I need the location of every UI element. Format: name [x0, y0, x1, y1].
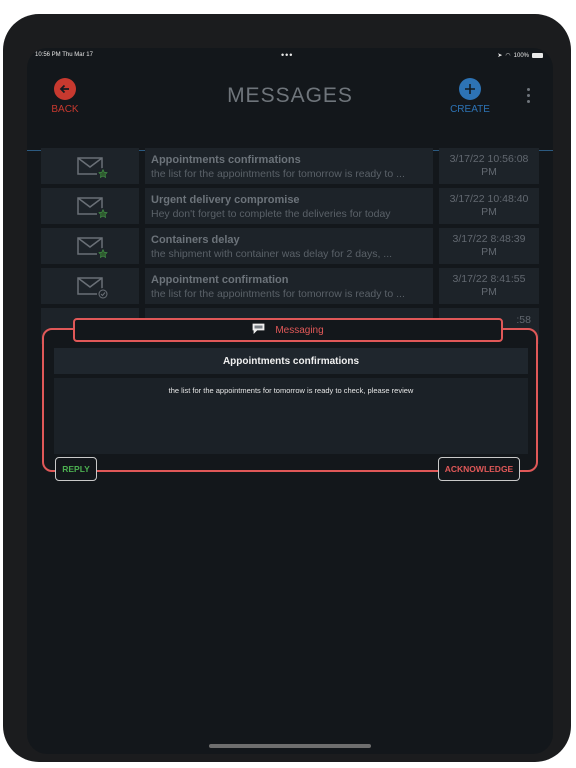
message-date: 3/17/22 8:41:55 [452, 273, 526, 285]
message-content: Appointments confirmations the list for … [145, 148, 433, 184]
message-content: Urgent delivery compromise Hey don't for… [145, 188, 433, 224]
envelope-icon [77, 197, 109, 220]
page-title: MESSAGES [227, 84, 353, 107]
battery-percent: 100% [513, 52, 529, 59]
message-preview: Hey don't forget to complete the deliver… [151, 208, 391, 220]
envelope-icon [77, 237, 109, 260]
message-title: Containers delay [151, 234, 240, 246]
star-badge-icon [97, 168, 109, 180]
back-label: BACK [51, 104, 79, 115]
message-title: Appointments confirmations [151, 154, 301, 166]
message-icon-cell [41, 268, 139, 304]
message-time-suffix: PM [481, 166, 497, 178]
message-date-cell: 3/17/22 8:41:55 PM [439, 268, 539, 304]
acknowledge-button[interactable]: ACKNOWLEDGE [438, 457, 520, 481]
message-date-cell: 3/17/22 8:48:39 PM [439, 228, 539, 264]
list-item[interactable]: Appointment confirmation the list for th… [41, 268, 539, 304]
message-time-suffix: PM [481, 286, 497, 298]
create-label: CREATE [450, 104, 490, 115]
dialog-tab-label: Messaging [275, 324, 324, 336]
message-content: Containers delay the shipment with conta… [145, 228, 433, 264]
message-icon-cell [41, 148, 139, 184]
app-screen: 10:56 PM Thu Mar 17 ••• ➤ ◠ 100% BACK ME… [27, 48, 553, 754]
message-time-suffix: PM [481, 206, 497, 218]
create-button[interactable]: CREATE [443, 78, 497, 115]
chat-bubble-icon [252, 321, 265, 339]
star-badge-icon [97, 208, 109, 220]
check-badge-icon [97, 288, 109, 300]
more-vertical-icon[interactable] [527, 88, 531, 106]
message-icon-cell [41, 228, 139, 264]
message-dialog: Appointments confirmations the list for … [42, 328, 538, 472]
message-time-suffix: PM [481, 246, 497, 258]
message-preview: the list for the appointments for tomorr… [151, 288, 405, 300]
envelope-icon [77, 277, 109, 300]
envelope-icon [77, 157, 109, 180]
message-content: Appointment confirmation the list for th… [145, 268, 433, 304]
plus-icon [459, 78, 481, 100]
message-date-cell: 3/17/22 10:48:40 PM [439, 188, 539, 224]
back-button[interactable]: BACK [43, 78, 87, 115]
message-date: :58 [516, 314, 531, 326]
reply-button[interactable]: REPLY [55, 457, 97, 481]
dialog-title: Appointments confirmations [54, 348, 528, 374]
tablet-frame: 10:56 PM Thu Mar 17 ••• ➤ ◠ 100% BACK ME… [3, 14, 571, 762]
message-preview: the list for the appointments for tomorr… [151, 168, 405, 180]
wifi-icon: ◠ [505, 53, 511, 59]
list-item[interactable]: Containers delay the shipment with conta… [41, 228, 539, 264]
battery-icon [532, 53, 543, 58]
message-icon-cell [41, 188, 139, 224]
list-item[interactable]: Appointments confirmations the list for … [41, 148, 539, 184]
status-indicators: ➤ ◠ 100% [497, 52, 543, 59]
multitasking-dots-icon[interactable]: ••• [281, 50, 293, 60]
message-date: 3/17/22 10:56:08 [449, 153, 529, 165]
home-indicator[interactable] [209, 744, 371, 748]
status-bar: 10:56 PM Thu Mar 17 ••• ➤ ◠ 100% [27, 48, 553, 66]
arrow-left-icon [54, 78, 76, 100]
message-preview: the shipment with container was delay fo… [151, 248, 393, 260]
message-date: 3/17/22 8:48:39 [452, 233, 526, 245]
message-title: Appointment confirmation [151, 274, 289, 286]
status-time: 10:56 PM Thu Mar 17 [35, 52, 93, 58]
location-icon: ➤ [497, 53, 503, 59]
message-date-cell: 3/17/22 10:56:08 PM [439, 148, 539, 184]
list-item[interactable]: Urgent delivery compromise Hey don't for… [41, 188, 539, 224]
dialog-header-tab: Messaging [73, 318, 503, 342]
dialog-body: the list for the appointments for tomorr… [54, 378, 528, 454]
header: BACK MESSAGES CREATE [27, 66, 553, 151]
star-badge-icon [97, 248, 109, 260]
message-title: Urgent delivery compromise [151, 194, 300, 206]
message-date: 3/17/22 10:48:40 [449, 193, 529, 205]
